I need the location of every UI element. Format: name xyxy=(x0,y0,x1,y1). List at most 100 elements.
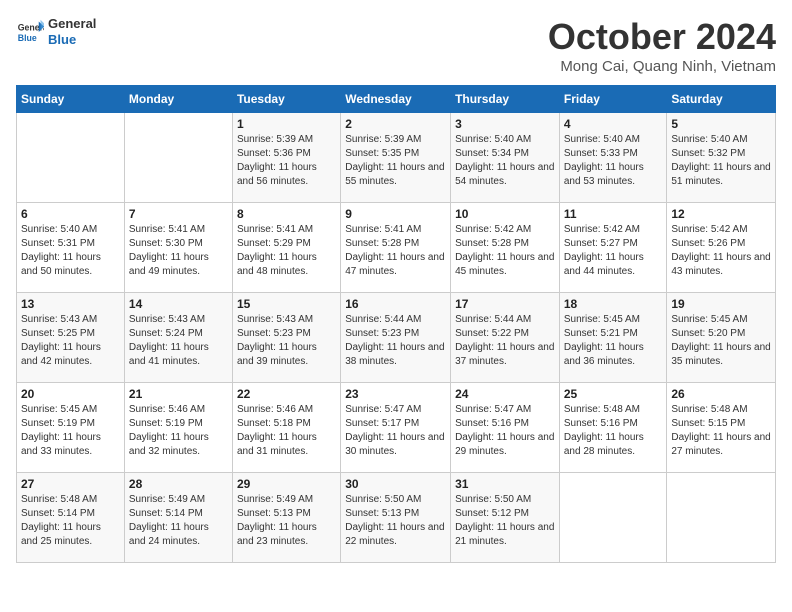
day-number: 13 xyxy=(21,297,120,311)
calendar-cell: 22 Sunrise: 5:46 AM Sunset: 5:18 PM Dayli… xyxy=(232,383,340,473)
day-number: 23 xyxy=(345,387,446,401)
weekday-header-friday: Friday xyxy=(559,86,667,113)
day-number: 27 xyxy=(21,477,120,491)
logo: General Blue General Blue xyxy=(16,16,96,47)
day-number: 1 xyxy=(237,117,336,131)
weekday-header-sunday: Sunday xyxy=(17,86,125,113)
calendar-cell: 17Sunrise: 5:44 AM Sunset: 5:22 PM Dayli… xyxy=(451,293,560,383)
calendar-cell: 6Sunrise: 5:40 AM Sunset: 5:31 PM Daylig… xyxy=(17,203,125,293)
day-info: Sunrise: 5:42 AM Sunset: 5:27 PM Dayligh… xyxy=(564,223,663,279)
calendar-body: 1Sunrise: 5:39 AM Sunset: 5:36 PM Daylig… xyxy=(17,113,776,563)
day-info: Sunrise: 5:41 AM Sunset: 5:30 PM Dayligh… xyxy=(129,223,228,279)
calendar-cell: 2 Sunrise: 5:39 AM Sunset: 5:35 PM Daylig… xyxy=(341,113,451,203)
week-row-4: 27 Sunrise: 5:48 AM Sunset: 5:14 PM Dayli… xyxy=(17,473,776,563)
logo-line1: General xyxy=(48,16,96,32)
calendar-cell: 29 Sunrise: 5:49 AM Sunset: 5:13 PM Dayli… xyxy=(232,473,340,563)
day-number: 30 xyxy=(345,477,446,491)
calendar-cell: 7 Sunrise: 5:41 AM Sunset: 5:30 PM Daylig… xyxy=(124,203,232,293)
calendar-cell: 18 Sunrise: 5:45 AM Sunset: 5:21 PM Dayli… xyxy=(559,293,667,383)
weekday-header-tuesday: Tuesday xyxy=(232,86,340,113)
day-info: Sunrise: 5:50 AM Sunset: 5:12 PM Dayligh… xyxy=(455,493,555,549)
day-info: Sunrise: 5:43 AM Sunset: 5:23 PM Dayligh… xyxy=(237,313,336,369)
day-info: Sunrise: 5:48 AM Sunset: 5:15 PM Dayligh… xyxy=(671,403,771,459)
calendar-cell: 13 Sunrise: 5:43 AM Sunset: 5:25 PM Dayli… xyxy=(17,293,125,383)
month-title: October 2024 xyxy=(548,16,776,58)
calendar-cell: 10 Sunrise: 5:42 AM Sunset: 5:28 PM Dayli… xyxy=(451,203,560,293)
day-number: 10 xyxy=(455,207,555,221)
calendar-cell: 11 Sunrise: 5:42 AM Sunset: 5:27 PM Dayli… xyxy=(559,203,667,293)
day-info: Sunrise: 5:47 AM Sunset: 5:16 PM Dayligh… xyxy=(455,403,555,459)
day-info: Sunrise: 5:45 AM Sunset: 5:20 PM Dayligh… xyxy=(671,313,771,369)
day-number: 17 xyxy=(455,297,555,311)
calendar-cell: 5 Sunrise: 5:40 AM Sunset: 5:32 PM Daylig… xyxy=(667,113,776,203)
day-info: Sunrise: 5:43 AM Sunset: 5:24 PM Dayligh… xyxy=(129,313,228,369)
calendar-cell xyxy=(667,473,776,563)
title-block: October 2024 Mong Cai, Quang Ninh, Vietn… xyxy=(548,16,776,75)
calendar-cell: 31 Sunrise: 5:50 AM Sunset: 5:12 PM Dayli… xyxy=(451,473,560,563)
day-number: 29 xyxy=(237,477,336,491)
day-number: 9 xyxy=(345,207,446,221)
day-number: 25 xyxy=(564,387,663,401)
day-info: Sunrise: 5:42 AM Sunset: 5:28 PM Dayligh… xyxy=(455,223,555,279)
weekday-header-row: SundayMondayTuesdayWednesdayThursdayFrid… xyxy=(17,86,776,113)
day-number: 7 xyxy=(129,207,228,221)
day-number: 3 xyxy=(455,117,555,131)
calendar-cell: 23 Sunrise: 5:47 AM Sunset: 5:17 PM Dayli… xyxy=(341,383,451,473)
day-number: 11 xyxy=(564,207,663,221)
logo-icon: General Blue xyxy=(16,18,44,46)
day-number: 24 xyxy=(455,387,555,401)
day-number: 6 xyxy=(21,207,120,221)
day-info: Sunrise: 5:49 AM Sunset: 5:14 PM Dayligh… xyxy=(129,493,228,549)
calendar-cell: 12 Sunrise: 5:42 AM Sunset: 5:26 PM Dayli… xyxy=(667,203,776,293)
week-row-1: 6Sunrise: 5:40 AM Sunset: 5:31 PM Daylig… xyxy=(17,203,776,293)
day-info: Sunrise: 5:44 AM Sunset: 5:23 PM Dayligh… xyxy=(345,313,446,369)
calendar-cell: 24 Sunrise: 5:47 AM Sunset: 5:16 PM Dayli… xyxy=(451,383,560,473)
calendar-cell: 25 Sunrise: 5:48 AM Sunset: 5:16 PM Dayli… xyxy=(559,383,667,473)
calendar-cell: 4Sunrise: 5:40 AM Sunset: 5:33 PM Daylig… xyxy=(559,113,667,203)
day-number: 22 xyxy=(237,387,336,401)
location: Mong Cai, Quang Ninh, Vietnam xyxy=(548,58,776,75)
calendar-cell: 3 Sunrise: 5:40 AM Sunset: 5:34 PM Daylig… xyxy=(451,113,560,203)
weekday-header-saturday: Saturday xyxy=(667,86,776,113)
calendar-cell xyxy=(17,113,125,203)
weekday-header-thursday: Thursday xyxy=(451,86,560,113)
day-info: Sunrise: 5:40 AM Sunset: 5:33 PM Dayligh… xyxy=(564,133,663,189)
day-number: 19 xyxy=(671,297,771,311)
day-number: 12 xyxy=(671,207,771,221)
calendar-cell xyxy=(124,113,232,203)
day-number: 18 xyxy=(564,297,663,311)
calendar-table: SundayMondayTuesdayWednesdayThursdayFrid… xyxy=(16,85,776,563)
day-info: Sunrise: 5:43 AM Sunset: 5:25 PM Dayligh… xyxy=(21,313,120,369)
day-number: 14 xyxy=(129,297,228,311)
day-info: Sunrise: 5:41 AM Sunset: 5:29 PM Dayligh… xyxy=(237,223,336,279)
calendar-cell: 9Sunrise: 5:41 AM Sunset: 5:28 PM Daylig… xyxy=(341,203,451,293)
logo-line2: Blue xyxy=(48,32,96,48)
week-row-3: 20Sunrise: 5:45 AM Sunset: 5:19 PM Dayli… xyxy=(17,383,776,473)
day-info: Sunrise: 5:49 AM Sunset: 5:13 PM Dayligh… xyxy=(237,493,336,549)
day-info: Sunrise: 5:48 AM Sunset: 5:16 PM Dayligh… xyxy=(564,403,663,459)
week-row-0: 1Sunrise: 5:39 AM Sunset: 5:36 PM Daylig… xyxy=(17,113,776,203)
day-info: Sunrise: 5:48 AM Sunset: 5:14 PM Dayligh… xyxy=(21,493,120,549)
calendar-cell: 27 Sunrise: 5:48 AM Sunset: 5:14 PM Dayli… xyxy=(17,473,125,563)
day-info: Sunrise: 5:42 AM Sunset: 5:26 PM Dayligh… xyxy=(671,223,771,279)
day-info: Sunrise: 5:39 AM Sunset: 5:35 PM Dayligh… xyxy=(345,133,446,189)
day-number: 28 xyxy=(129,477,228,491)
day-number: 31 xyxy=(455,477,555,491)
day-info: Sunrise: 5:46 AM Sunset: 5:18 PM Dayligh… xyxy=(237,403,336,459)
day-number: 5 xyxy=(671,117,771,131)
day-info: Sunrise: 5:50 AM Sunset: 5:13 PM Dayligh… xyxy=(345,493,446,549)
day-number: 8 xyxy=(237,207,336,221)
day-number: 2 xyxy=(345,117,446,131)
calendar-cell: 28 Sunrise: 5:49 AM Sunset: 5:14 PM Dayli… xyxy=(124,473,232,563)
calendar-cell: 21Sunrise: 5:46 AM Sunset: 5:19 PM Dayli… xyxy=(124,383,232,473)
calendar-cell: 30 Sunrise: 5:50 AM Sunset: 5:13 PM Dayli… xyxy=(341,473,451,563)
day-info: Sunrise: 5:40 AM Sunset: 5:32 PM Dayligh… xyxy=(671,133,771,189)
day-info: Sunrise: 5:47 AM Sunset: 5:17 PM Dayligh… xyxy=(345,403,446,459)
calendar-cell: 19 Sunrise: 5:45 AM Sunset: 5:20 PM Dayli… xyxy=(667,293,776,383)
day-info: Sunrise: 5:45 AM Sunset: 5:21 PM Dayligh… xyxy=(564,313,663,369)
page-header: General Blue General Blue October 2024 M… xyxy=(16,16,776,75)
calendar-cell: 26Sunrise: 5:48 AM Sunset: 5:15 PM Dayli… xyxy=(667,383,776,473)
day-info: Sunrise: 5:40 AM Sunset: 5:34 PM Dayligh… xyxy=(455,133,555,189)
weekday-header-monday: Monday xyxy=(124,86,232,113)
calendar-cell: 1Sunrise: 5:39 AM Sunset: 5:36 PM Daylig… xyxy=(232,113,340,203)
